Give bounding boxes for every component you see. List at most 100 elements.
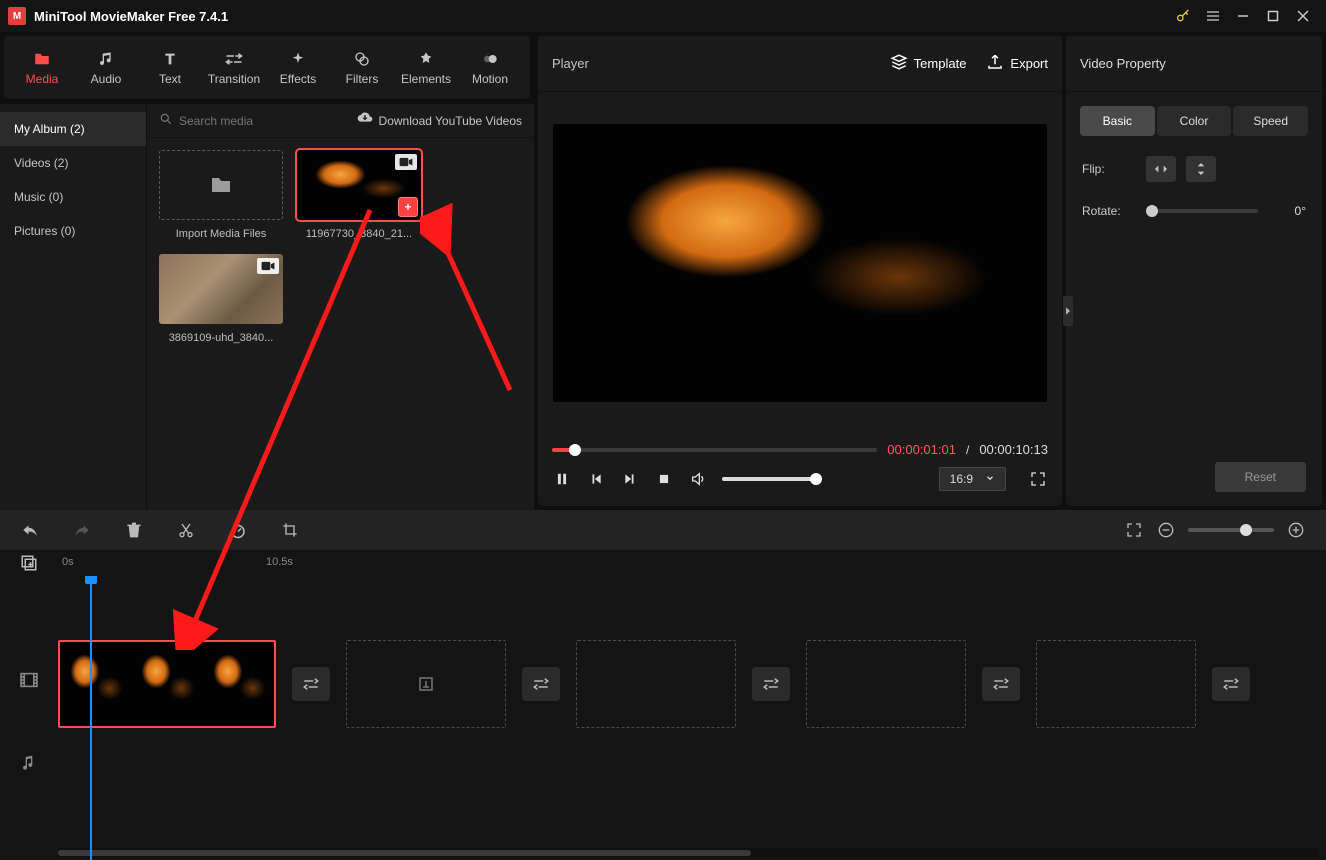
seek-bar[interactable] <box>552 448 877 452</box>
export-icon <box>986 53 1004 74</box>
aspect-ratio-dropdown[interactable]: 16:9 <box>939 467 1006 491</box>
seek-knob[interactable] <box>569 444 581 456</box>
album-item-myalbum[interactable]: My Album (2) <box>0 112 146 146</box>
rotate-knob[interactable] <box>1146 205 1158 217</box>
tab-transition[interactable]: Transition <box>202 40 266 96</box>
redo-button[interactable] <box>72 520 92 540</box>
maximize-button[interactable] <box>1258 2 1288 30</box>
empty-clip-slot[interactable] <box>806 640 966 728</box>
title-bar: M MiniTool MovieMaker Free 7.4.1 <box>0 0 1326 32</box>
transition-slot[interactable] <box>522 667 560 701</box>
template-label: Template <box>914 56 967 71</box>
add-track-button[interactable] <box>0 554 58 572</box>
aspect-ratio-value: 16:9 <box>950 472 973 486</box>
rotate-slider[interactable] <box>1146 209 1258 213</box>
media-card-import[interactable]: Import Media Files <box>159 150 283 240</box>
album-item-videos[interactable]: Videos (2) <box>0 146 146 180</box>
search-field[interactable] <box>159 112 319 129</box>
zoom-knob[interactable] <box>1240 524 1252 536</box>
tab-label: Media <box>26 72 59 86</box>
motion-icon <box>481 50 499 68</box>
download-youtube-button[interactable]: Download YouTube Videos <box>357 112 522 129</box>
zoom-in-button[interactable] <box>1286 520 1306 540</box>
add-to-timeline-button[interactable]: + <box>398 197 418 217</box>
scrollbar-thumb[interactable] <box>58 850 751 856</box>
prop-tab-basic[interactable]: Basic <box>1080 106 1155 136</box>
minimize-button[interactable] <box>1228 2 1258 30</box>
prev-frame-button[interactable] <box>586 469 606 489</box>
reset-button[interactable]: Reset <box>1215 462 1306 492</box>
undo-button[interactable] <box>20 520 40 540</box>
next-frame-button[interactable] <box>620 469 640 489</box>
zoom-slider[interactable] <box>1188 528 1274 532</box>
prop-tab-color[interactable]: Color <box>1157 106 1232 136</box>
empty-clip-slot[interactable] <box>1036 640 1196 728</box>
volume-slider[interactable] <box>722 477 822 481</box>
transition-icon <box>225 50 243 68</box>
ruler-tick: 0s <box>62 556 74 568</box>
close-button[interactable] <box>1288 2 1318 30</box>
export-label: Export <box>1010 56 1048 71</box>
tab-effects[interactable]: Effects <box>266 40 330 96</box>
tab-motion[interactable]: Motion <box>458 40 522 96</box>
elements-icon <box>417 50 435 68</box>
download-youtube-label: Download YouTube Videos <box>379 114 522 128</box>
tab-elements[interactable]: Elements <box>394 40 458 96</box>
fit-zoom-icon[interactable] <box>1124 520 1144 540</box>
stop-button[interactable] <box>654 469 674 489</box>
license-key-icon[interactable] <box>1168 2 1198 30</box>
template-button[interactable]: Template <box>890 53 967 74</box>
empty-clip-slot[interactable] <box>576 640 736 728</box>
rotate-label: Rotate: <box>1082 204 1136 218</box>
tab-audio[interactable]: Audio <box>74 40 138 96</box>
property-title: Video Property <box>1066 36 1322 92</box>
search-input[interactable] <box>179 114 319 128</box>
album-item-pictures[interactable]: Pictures (0) <box>0 214 146 248</box>
tab-label: Motion <box>472 72 508 86</box>
menu-icon[interactable] <box>1198 2 1228 30</box>
tab-media[interactable]: Media <box>10 40 74 96</box>
crop-button[interactable] <box>280 520 300 540</box>
preview-canvas[interactable] <box>553 124 1047 402</box>
volume-icon[interactable] <box>688 469 708 489</box>
panel-collapse-button[interactable] <box>1063 296 1073 326</box>
player-panel: Player Template Export 00: <box>538 36 1062 506</box>
zoom-out-button[interactable] <box>1156 520 1176 540</box>
transition-slot[interactable] <box>1212 667 1250 701</box>
volume-knob[interactable] <box>810 473 822 485</box>
tab-text[interactable]: Text <box>138 40 202 96</box>
fullscreen-button[interactable] <box>1028 469 1048 489</box>
timeline-ruler[interactable]: 0s 10.5s <box>58 550 1326 576</box>
export-button[interactable]: Export <box>986 53 1048 74</box>
flip-horizontal-button[interactable] <box>1146 156 1176 182</box>
tab-label: Audio <box>91 72 122 86</box>
transition-slot[interactable] <box>982 667 1020 701</box>
player-preview <box>538 92 1062 434</box>
import-drop-zone[interactable] <box>159 150 283 220</box>
media-thumbnail[interactable]: + <box>297 150 421 220</box>
delete-button[interactable] <box>124 520 144 540</box>
time-current: 00:00:01:01 <box>887 442 956 457</box>
video-badge-icon <box>257 258 279 274</box>
transition-slot[interactable] <box>752 667 790 701</box>
transition-slot[interactable] <box>292 667 330 701</box>
split-button[interactable] <box>176 520 196 540</box>
timeline-scrollbar[interactable] <box>58 848 1318 858</box>
media-card[interactable]: + 11967730_3840_21... <box>297 150 421 240</box>
media-thumbnail[interactable] <box>159 254 283 324</box>
speed-button[interactable] <box>228 520 248 540</box>
tab-filters[interactable]: Filters <box>330 40 394 96</box>
flip-vertical-button[interactable] <box>1186 156 1216 182</box>
search-icon <box>159 112 173 129</box>
playhead[interactable] <box>90 576 92 860</box>
media-card[interactable]: 3869109-uhd_3840... <box>159 254 283 344</box>
empty-clip-slot[interactable] <box>346 640 506 728</box>
prop-tab-speed[interactable]: Speed <box>1233 106 1308 136</box>
album-sidebar: My Album (2) Videos (2) Music (0) Pictur… <box>0 104 146 510</box>
album-item-music[interactable]: Music (0) <box>0 180 146 214</box>
pause-button[interactable] <box>552 469 572 489</box>
property-panel: Video Property Basic Color Speed Flip: R… <box>1066 36 1322 506</box>
video-track-lane[interactable] <box>58 638 1318 730</box>
chevron-down-icon <box>985 472 995 486</box>
sparkle-icon <box>289 50 307 68</box>
